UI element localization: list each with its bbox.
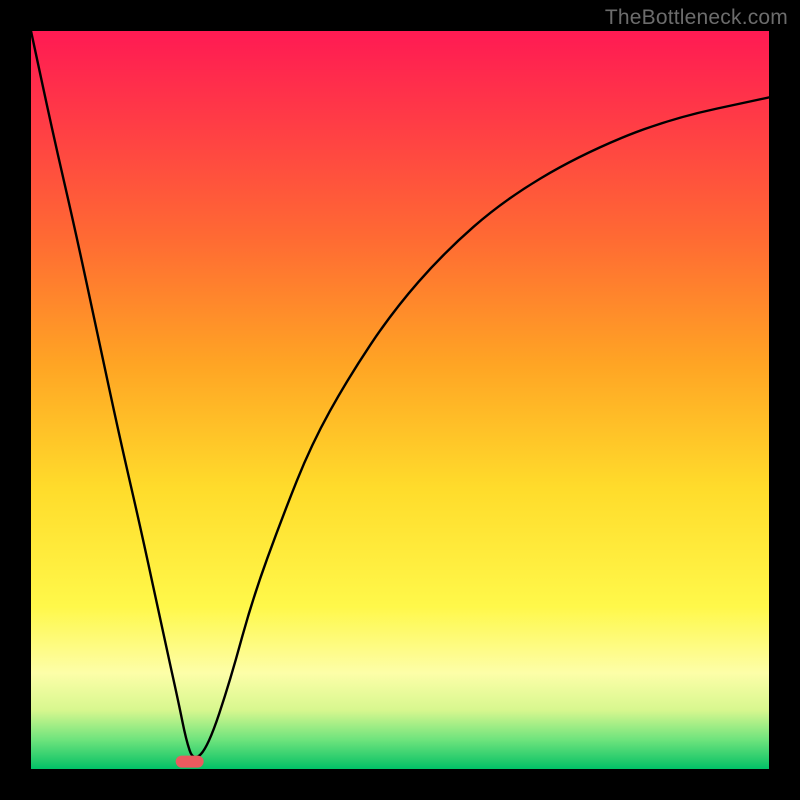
chart-frame: TheBottleneck.com [0,0,800,800]
curve-path [31,31,769,757]
plot-area [31,31,769,769]
curve-layer [31,31,769,769]
minimum-marker [176,756,204,768]
watermark-text: TheBottleneck.com [605,6,788,30]
